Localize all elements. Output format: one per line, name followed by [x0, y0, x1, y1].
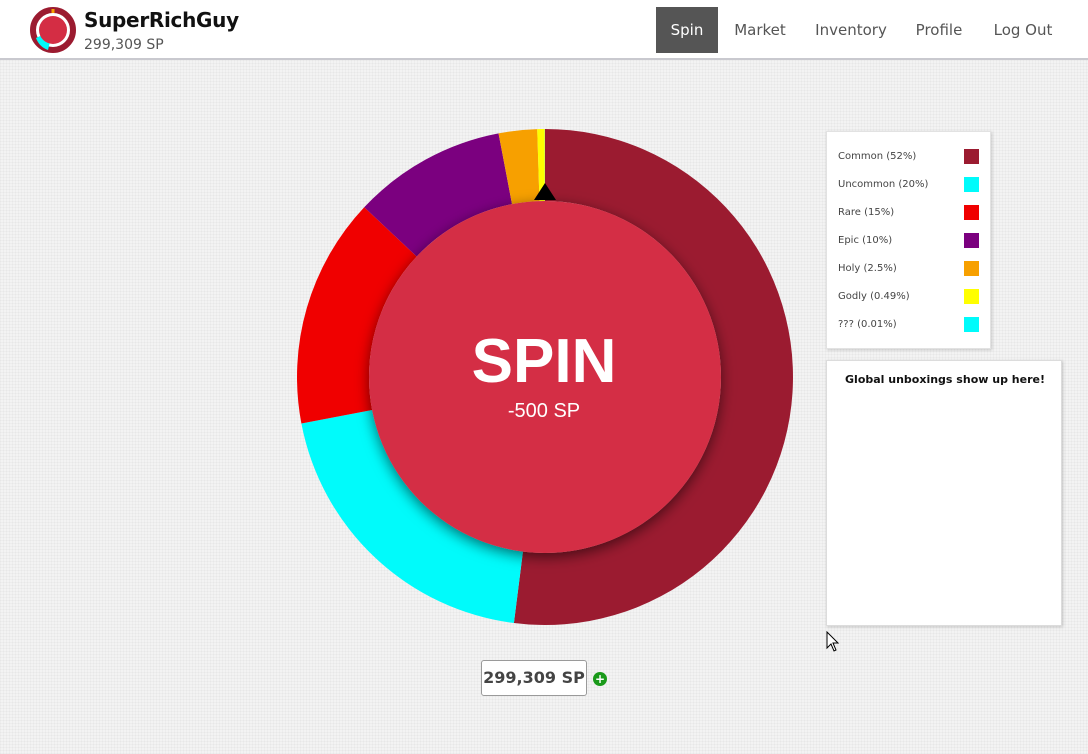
legend-label: Epic (10%) — [838, 235, 893, 246]
nav-market[interactable]: Market — [730, 7, 790, 53]
legend-label: ??? (0.01%) — [838, 319, 897, 330]
legend-label: Uncommon (20%) — [838, 179, 929, 190]
legend-swatch — [964, 177, 979, 192]
legend-swatch — [964, 261, 979, 276]
legend-label: Holy (2.5%) — [838, 263, 897, 274]
legend-item-unknown: ??? (0.01%) — [827, 314, 992, 342]
nav-logout[interactable]: Log Out — [987, 7, 1059, 53]
nav-profile[interactable]: Profile — [910, 7, 968, 53]
legend-label: Godly (0.49%) — [838, 291, 910, 302]
legend-item-rare: Rare (15%) — [827, 202, 992, 230]
nav-inventory[interactable]: Inventory — [810, 7, 892, 53]
navbar: SuperRichGuy 299,309 SP Spin Market Inve… — [0, 0, 1088, 60]
legend-swatch — [964, 205, 979, 220]
legend-label: Rare (15%) — [838, 207, 895, 218]
legend-item-common: Common (52%) — [827, 146, 992, 174]
balance-display: 299,309 SP — [481, 660, 587, 696]
legend-swatch — [964, 233, 979, 248]
logo-wheel-icon[interactable] — [30, 7, 76, 53]
username: SuperRichGuy — [84, 8, 239, 32]
add-funds-button[interactable]: + — [593, 672, 607, 686]
legend-item-godly: Godly (0.49%) — [827, 286, 992, 314]
legend-item-holy: Holy (2.5%) — [827, 258, 992, 286]
legend-swatch — [964, 317, 979, 332]
mouse-cursor-icon — [826, 631, 840, 652]
global-unboxings-feed[interactable]: Global unboxings show up here! — [826, 360, 1062, 626]
spin-label[interactable]: SPIN — [368, 326, 720, 398]
spin-cost: -500 SP — [507, 400, 581, 422]
nav-spin[interactable]: Spin — [656, 7, 718, 53]
rarity-legend: Common (52%) Uncommon (20%) Rare (15%) E… — [826, 131, 991, 349]
legend-swatch — [964, 289, 979, 304]
legend-label: Common (52%) — [838, 151, 917, 162]
feed-title: Global unboxings show up here! — [845, 373, 1045, 386]
legend-item-uncommon: Uncommon (20%) — [827, 174, 992, 202]
header-balance: 299,309 SP — [84, 37, 164, 53]
legend-item-epic: Epic (10%) — [827, 230, 992, 258]
legend-swatch — [964, 149, 979, 164]
